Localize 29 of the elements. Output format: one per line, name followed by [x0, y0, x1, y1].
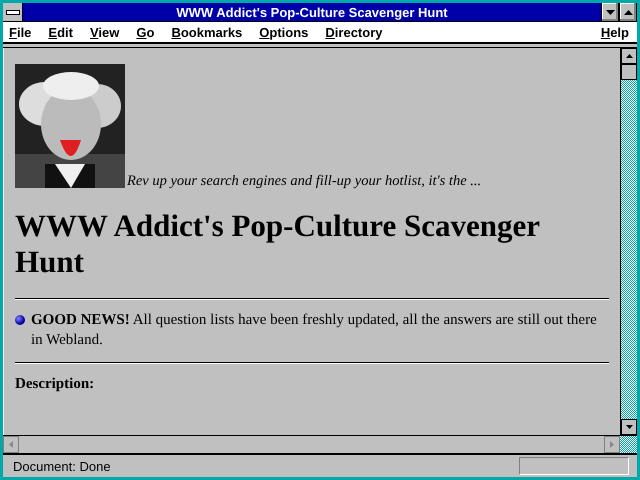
maximize-button[interactable] — [619, 3, 637, 21]
right-arrow-icon — [610, 441, 614, 448]
scroll-up-button[interactable] — [621, 48, 637, 64]
vertical-scrollbar[interactable] — [620, 48, 637, 435]
menu-item[interactable]: Options — [259, 24, 308, 40]
status-text: Document: Done — [13, 458, 112, 474]
menu-item[interactable]: Bookmarks — [171, 24, 242, 40]
menu-item[interactable]: Edit — [48, 24, 73, 40]
system-menu-button[interactable] — [3, 3, 23, 21]
menu-item[interactable]: Go — [136, 24, 154, 40]
minimize-button[interactable] — [601, 3, 619, 21]
down-arrow-icon — [626, 425, 632, 429]
left-arrow-icon — [9, 441, 13, 448]
down-arrow-icon — [606, 10, 614, 14]
scroll-down-button[interactable] — [621, 419, 637, 435]
scroll-thumb[interactable] — [621, 64, 637, 80]
menu-item[interactable]: View — [90, 24, 120, 40]
section-heading: Description: — [15, 376, 96, 393]
scrollbar-corner — [620, 436, 637, 453]
news-text: GOOD NEWS! All question lists have been freshly updated, all the answers are still out there in Webland. — [31, 311, 598, 350]
up-arrow-icon — [624, 10, 632, 14]
menu-item[interactable]: Help — [600, 24, 629, 40]
tagline: Rev up your search engines and fill-up your hotlist, it's the ... — [127, 174, 482, 188]
menu-item[interactable]: Directory — [325, 24, 382, 40]
up-arrow-icon — [626, 54, 632, 58]
bullet-icon — [15, 315, 25, 325]
menu-item[interactable]: File — [9, 24, 32, 40]
window-title: WWW Addict's Pop-Culture Scavenger Hunt — [175, 4, 449, 20]
page-heading: WWW Addict's Pop-Culture Scavenger Hunt — [15, 208, 540, 280]
